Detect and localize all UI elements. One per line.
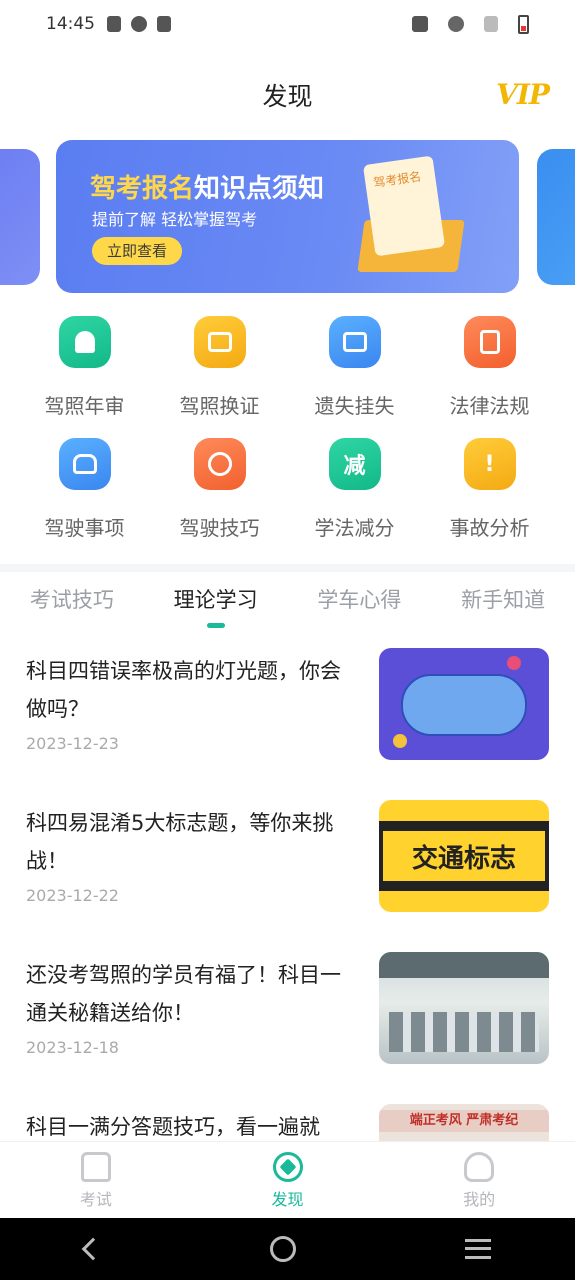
- system-navigation-bar: [0, 1218, 575, 1280]
- home-icon: [80, 1152, 111, 1182]
- battery-icon: [518, 14, 529, 34]
- article-item[interactable]: 科目四错误率极高的灯光题，你会做吗？ 2023-12-23: [0, 648, 575, 800]
- tab-beginner-guide[interactable]: 新手知道: [431, 572, 575, 632]
- article-title: 科四易混淆5大标志题，等你来挑战！: [26, 811, 334, 873]
- menu-icon[interactable]: [464, 1239, 491, 1259]
- notification-icon: [107, 16, 121, 32]
- banner-view-button[interactable]: 立即查看: [92, 237, 182, 265]
- exam-document-illustration: 驾考报名: [357, 155, 465, 272]
- service-lost-report[interactable]: 遗失挂失: [287, 316, 422, 418]
- id-card-icon: [193, 316, 246, 368]
- exam-discipline-banner: 端正考风 严肃考纪: [379, 1110, 549, 1132]
- lost-card-icon: [328, 316, 381, 368]
- article-date: 2023-12-22: [26, 886, 119, 905]
- stamp-icon: [58, 316, 111, 368]
- app-notification-icon: [131, 16, 147, 32]
- wifi-icon: [448, 16, 464, 32]
- user-icon: [464, 1152, 495, 1182]
- nav-discover[interactable]: 发现: [192, 1142, 384, 1218]
- home-button-icon[interactable]: [269, 1236, 296, 1262]
- law-book-icon: [463, 316, 516, 368]
- article-item[interactable]: 还没考驾照的学员有福了！科目一通关秘籍送给你！ 2023-12-18: [0, 952, 575, 1104]
- warning-icon: !: [463, 438, 516, 490]
- status-time: 14:45: [46, 14, 95, 34]
- vip-button[interactable]: VIP: [496, 78, 550, 111]
- banner-next-slide[interactable]: [537, 149, 575, 285]
- article-title: 科目四错误率极高的灯光题，你会做吗？: [26, 659, 341, 721]
- tab-learning-experience[interactable]: 学车心得: [288, 572, 432, 632]
- status-bar: 14:45: [0, 0, 575, 48]
- vibrate-icon: [412, 16, 428, 32]
- steering-wheel-icon: [193, 438, 246, 490]
- signal-icon: [484, 16, 498, 32]
- nav-exam[interactable]: 考试: [0, 1142, 192, 1218]
- car-icon: [58, 438, 111, 490]
- banner-title: 驾考报名知识点须知: [90, 174, 325, 204]
- article-thumbnail: [379, 952, 549, 1064]
- banner-prev-slide[interactable]: [0, 149, 40, 285]
- service-point-reduction[interactable]: 减 学法减分: [287, 438, 422, 540]
- service-driving-matters[interactable]: 驾驶事项: [17, 438, 152, 540]
- bottom-navigation: 考试 发现 我的: [0, 1141, 575, 1218]
- service-accident-analysis[interactable]: ! 事故分析: [422, 438, 557, 540]
- title-bar: 发现 VIP: [0, 72, 575, 122]
- bag-notification-icon: [157, 16, 171, 32]
- banner-subtitle: 提前了解 轻松掌握驾考: [92, 210, 258, 229]
- article-thumbnail: 交通标志: [379, 800, 549, 912]
- service-license-renewal[interactable]: 驾照年审: [17, 316, 152, 418]
- traffic-sign-label: 交通标志: [379, 821, 549, 891]
- page-title: 发现: [262, 82, 313, 111]
- tab-exam-tips[interactable]: 考试技巧: [0, 572, 144, 632]
- article-date: 2023-12-18: [26, 1038, 119, 1057]
- section-divider: [0, 564, 575, 572]
- article-thumbnail: [379, 648, 549, 760]
- article-title: 还没考驾照的学员有福了！科目一通关秘籍送给你！: [26, 963, 341, 1025]
- service-laws[interactable]: 法律法规: [422, 316, 557, 418]
- tab-theory-study[interactable]: 理论学习: [144, 572, 288, 632]
- service-grid: 驾照年审 驾照换证 遗失挂失 法律法规 驾驶事项 驾驶技巧 减 学法减分 ! 事…: [17, 316, 557, 540]
- deduct-badge-icon: 减: [328, 438, 381, 490]
- article-item[interactable]: 科四易混淆5大标志题，等你来挑战！ 2023-12-22 交通标志: [0, 800, 575, 952]
- article-date: 2023-12-23: [26, 734, 119, 753]
- banner-carousel[interactable]: 驾考报名知识点须知 提前了解 轻松掌握驾考 立即查看 驾考报名: [0, 140, 575, 293]
- nav-mine[interactable]: 我的: [383, 1142, 575, 1218]
- banner-slide[interactable]: 驾考报名知识点须知 提前了解 轻松掌握驾考 立即查看 驾考报名: [56, 140, 519, 293]
- category-tabs: 考试技巧 理论学习 学车心得 新手知道: [0, 572, 575, 632]
- compass-icon: [272, 1152, 303, 1182]
- service-driving-tips[interactable]: 驾驶技巧: [152, 438, 287, 540]
- service-license-replace[interactable]: 驾照换证: [152, 316, 287, 418]
- back-icon[interactable]: [81, 1237, 104, 1261]
